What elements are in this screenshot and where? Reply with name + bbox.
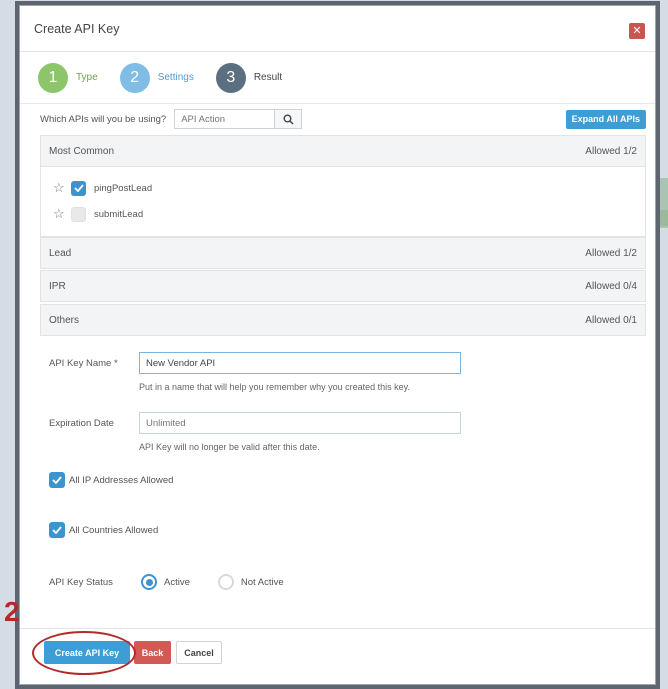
search-icon (283, 114, 294, 125)
api-checkbox[interactable] (71, 206, 86, 222)
expiration-date-input[interactable] (139, 412, 461, 434)
api-question-label: Which APIs will you be using? (40, 113, 167, 125)
step-label: Type (76, 72, 98, 83)
star-icon[interactable]: ☆ (53, 206, 71, 222)
section-header[interactable]: IPR Allowed 0/4 (41, 271, 645, 301)
search-button[interactable] (274, 109, 303, 129)
section-header[interactable]: Lead Allowed 1/2 (41, 238, 645, 268)
step-label: Result (253, 72, 283, 83)
wizard-steps: 1 Type 2 Settings 3 Result (20, 52, 655, 104)
section-allowed-count: Allowed 0/4 (585, 280, 637, 292)
status-not-active-radio[interactable] (217, 574, 234, 590)
api-item-pingpostlead: ☆ pingPostLead (53, 175, 645, 201)
expiration-date-row: Expiration Date API Key will no longer b… (49, 412, 461, 452)
section-ipr[interactable]: IPR Allowed 0/4 (40, 270, 646, 302)
api-item-label: pingPostLead (94, 182, 153, 194)
api-checkbox[interactable] (71, 180, 86, 196)
section-others[interactable]: Others Allowed 0/1 (40, 304, 646, 336)
section-body: ☆ pingPostLead ☆ submitLead (41, 166, 645, 236)
all-countries-row: All Countries Allowed (49, 522, 158, 538)
all-ip-addresses-label: All IP Addresses Allowed (69, 474, 174, 486)
section-title: Lead (49, 247, 72, 259)
all-countries-checkbox[interactable] (49, 522, 65, 538)
status-active-label: Active (164, 576, 190, 588)
section-header[interactable]: Most Common Allowed 1/2 (41, 136, 645, 166)
api-key-name-input[interactable] (139, 352, 461, 374)
step-number: 3 (215, 62, 246, 93)
api-action-search-input[interactable] (174, 109, 275, 129)
expiration-date-label: Expiration Date (49, 418, 114, 429)
api-item-label: submitLead (94, 208, 144, 220)
create-api-key-modal: Create API Key ✕ 1 Type 2 Settings 3 Res… (19, 5, 656, 685)
background-strip (660, 210, 668, 226)
section-allowed-count: Allowed 0/1 (585, 314, 637, 326)
section-title: Others (49, 314, 80, 326)
step-type[interactable]: 1 Type (38, 62, 98, 93)
section-most-common: Most Common Allowed 1/2 ☆ pingPostLead ☆… (40, 135, 646, 237)
all-ip-addresses-row: All IP Addresses Allowed (49, 472, 173, 488)
section-title: Most Common (49, 145, 115, 157)
step-result[interactable]: 3 Result (215, 62, 283, 93)
section-allowed-count: Allowed 1/2 (585, 247, 637, 259)
section-title: IPR (49, 280, 66, 292)
api-key-name-hint: Put in a name that will help you remembe… (139, 382, 410, 392)
cancel-button[interactable]: Cancel (176, 641, 222, 664)
step-number: 1 (38, 62, 68, 93)
back-button[interactable]: Back (134, 641, 171, 664)
expand-all-apis-button[interactable]: Expand All APIs (565, 109, 646, 129)
checkmark-icon (73, 184, 84, 192)
api-item-submitlead: ☆ submitLead (53, 201, 645, 227)
modal-title: Create API Key (34, 21, 120, 36)
api-key-name-label: API Key Name * (49, 358, 118, 369)
api-search (174, 109, 303, 129)
status-not-active-label: Not Active (240, 576, 284, 588)
annotation-number: 2 (4, 596, 20, 627)
section-header[interactable]: Others Allowed 0/1 (41, 305, 645, 335)
annotation-highlight-ring (32, 631, 136, 675)
star-icon[interactable]: ☆ (53, 180, 71, 196)
status-active-radio[interactable] (141, 574, 157, 590)
expiration-date-hint: API Key will no longer be valid after th… (139, 442, 320, 452)
close-icon[interactable]: ✕ (629, 23, 645, 39)
api-key-status-label: API Key Status (49, 576, 113, 588)
section-allowed-count: Allowed 1/2 (585, 145, 637, 157)
step-settings[interactable]: 2 Settings (119, 62, 194, 93)
api-key-name-row: API Key Name * Put in a name that will h… (49, 352, 461, 392)
all-countries-label: All Countries Allowed (69, 524, 159, 536)
all-ip-addresses-checkbox[interactable] (49, 472, 65, 488)
checkmark-icon (52, 476, 62, 484)
checkmark-icon (52, 526, 62, 534)
api-selection-row: Which APIs will you be using? Expand All… (40, 108, 646, 130)
step-label: Settings (157, 72, 194, 83)
step-number: 2 (119, 62, 150, 93)
api-key-status-row: API Key Status Active Not Active (49, 574, 312, 590)
section-lead[interactable]: Lead Allowed 1/2 (40, 237, 646, 269)
modal-header: Create API Key (20, 6, 655, 52)
